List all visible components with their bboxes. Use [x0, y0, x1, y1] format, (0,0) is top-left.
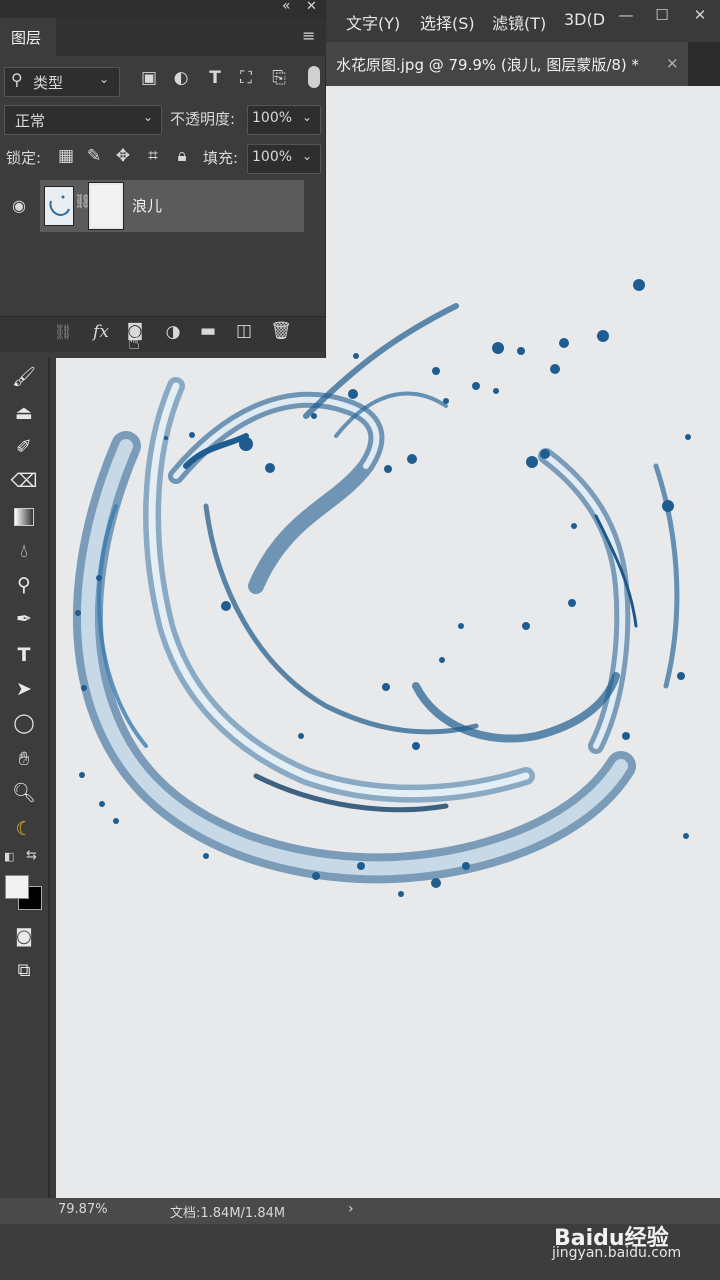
document-size-info: 文档:1.84M/1.84M — [170, 1206, 286, 1221]
lock-pixels-icon[interactable]: ✎ — [84, 146, 104, 166]
status-menu-arrow-icon[interactable]: › — [348, 1201, 354, 1217]
menu-type[interactable]: 文字(Y) — [346, 10, 400, 34]
close-window-button[interactable]: ✕ — [682, 4, 718, 28]
opacity-input[interactable]: 100% ⌄ — [247, 105, 321, 135]
panel-header-strip: « ✕ — [0, 0, 326, 18]
minimize-button[interactable]: — — [608, 4, 644, 28]
chain-link-icon[interactable]: ⛓ — [74, 194, 92, 210]
lock-transparent-icon[interactable]: ▦ — [56, 146, 76, 166]
fill-input[interactable]: 100% ⌄ — [247, 144, 321, 174]
zoom-tool-icon[interactable]: 🔍︎ — [8, 778, 40, 808]
blend-mode-select[interactable]: 正常 ⌄ — [4, 105, 162, 135]
chevron-down-icon: ⌄ — [302, 149, 313, 163]
panel-menu-icon[interactable]: ≡ — [302, 26, 315, 45]
lock-artboard-icon[interactable]: ⌗ — [142, 146, 164, 166]
clone-stamp-tool-icon[interactable]: ⏏ — [8, 398, 40, 428]
chevron-down-icon: ⌄ — [302, 110, 313, 124]
filter-adjustment-icon[interactable]: ◐ — [170, 68, 192, 88]
chevron-down-icon: ⌄ — [143, 110, 154, 124]
document-tab-close-icon[interactable]: × — [666, 54, 679, 72]
fill-value: 100% — [252, 149, 293, 165]
new-group-icon[interactable]: ▬ — [197, 321, 219, 341]
layer-mask-thumbnail[interactable] — [88, 182, 124, 230]
filter-kind-select[interactable]: ⚲ 类型 ⌄ — [4, 67, 120, 97]
hand-tool-icon[interactable]: ✋︎ — [8, 744, 40, 774]
layer-thumbnail[interactable] — [44, 186, 74, 226]
foreground-color-swatch[interactable] — [5, 875, 29, 899]
eye-icon[interactable]: ◉ — [8, 196, 30, 215]
document-tab-bar: 水花原图.jpg @ 79.9% (浪儿, 图层蒙版/8) * × — [326, 42, 720, 86]
link-layers-icon[interactable]: ⛓ — [52, 323, 74, 341]
filter-shape-icon[interactable]: ⛶ — [235, 68, 257, 88]
path-selection-tool-icon[interactable]: ➤ — [8, 674, 40, 704]
tools-panel: 🖌︎ ⏏ ✐ ⌫ 💧︎ ⚲ ✒ T ➤ ◯ ✋︎ 🔍︎ ☾ ◧ ⇆ ◙ ⧉ — [0, 358, 50, 1198]
history-brush-tool-icon[interactable]: ✐ — [8, 432, 40, 462]
lock-label: 锁定: — [6, 149, 42, 167]
zoom-level[interactable]: 79.87% — [58, 1202, 108, 1217]
document-tab-title: 水花原图.jpg @ 79.9% (浪儿, 图层蒙版/8) * — [336, 56, 640, 74]
footer-area: Baidu经验 jingyan.baidu.com — [0, 1224, 720, 1280]
default-colors-icon[interactable]: ◧ — [4, 850, 14, 863]
fill-label: 填充: — [203, 149, 239, 167]
watermark-url: jingyan.baidu.com — [552, 1245, 682, 1261]
collapse-panels-icon[interactable]: « — [282, 0, 291, 14]
brush-tool-icon[interactable]: 🖌︎ — [8, 362, 40, 392]
new-layer-icon[interactable]: ◫ — [233, 321, 255, 341]
quick-mask-icon[interactable]: ◙ — [8, 922, 40, 952]
menu-3d[interactable]: 3D(D — [564, 10, 605, 29]
gradient-tool-icon[interactable] — [14, 508, 34, 526]
menu-select[interactable]: 选择(S) — [420, 10, 475, 34]
filter-kind-value: 类型 — [33, 74, 64, 92]
chevron-down-icon: ⌄ — [99, 72, 110, 86]
pen-tool-icon[interactable]: ✒ — [8, 604, 40, 634]
lock-all-icon[interactable]: 🔒︎ — [172, 146, 192, 166]
menu-bar: 文字(Y) 选择(S) 滤镜(T) 3D(D — ☐ ✕ — [326, 0, 720, 42]
menu-filter[interactable]: 滤镜(T) — [492, 10, 546, 34]
layer-row[interactable]: ⛓ 浪儿 — [40, 180, 304, 232]
filter-smart-object-icon[interactable]: ⎘ — [268, 68, 290, 88]
filter-type-icon[interactable]: T — [204, 68, 226, 88]
layers-panel-footer: ⛓ fx ◙ ◑ ▬ ◫ 🗑︎ — [0, 316, 326, 352]
layer-style-fx-icon[interactable]: fx — [90, 322, 112, 342]
delete-layer-icon[interactable]: 🗑︎ — [270, 321, 292, 341]
search-icon: ⚲ — [11, 70, 23, 89]
blend-mode-value: 正常 — [15, 112, 46, 130]
new-adjustment-layer-icon[interactable]: ◑ — [162, 322, 184, 342]
lock-position-icon[interactable]: ✥ — [113, 146, 133, 166]
eraser-tool-icon[interactable]: ⌫ — [8, 466, 40, 496]
opacity-label: 不透明度: — [170, 110, 236, 128]
banana-extra-tool-icon[interactable]: ☾ — [8, 814, 40, 844]
document-tab[interactable]: 水花原图.jpg @ 79.9% (浪儿, 图层蒙版/8) * × — [326, 42, 688, 86]
panel-tab-row: 图层 ≡ — [0, 18, 326, 56]
type-tool-icon[interactable]: T — [8, 640, 40, 670]
layer-name[interactable]: 浪儿 — [132, 195, 162, 216]
filter-toggle[interactable] — [308, 66, 320, 88]
ellipse-tool-icon[interactable]: ◯ — [8, 708, 40, 738]
screen-mode-icon[interactable]: ⧉ — [8, 956, 40, 986]
filter-pixel-icon[interactable]: ▣ — [138, 68, 160, 88]
swap-colors-icon[interactable]: ⇆ — [26, 848, 37, 863]
close-panel-icon[interactable]: ✕ — [306, 0, 317, 14]
dodge-tool-icon[interactable]: ⚲ — [8, 570, 40, 600]
layers-panel: « ✕ 图层 ≡ ⚲ 类型 ⌄ ▣ ◐ T ⛶ ⎘ 正常 ⌄ 不透明度: 100… — [0, 0, 326, 358]
tab-layers-label: 图层 — [11, 29, 42, 47]
maximize-button[interactable]: ☐ — [644, 4, 680, 28]
blur-tool-icon[interactable]: 💧︎ — [8, 536, 40, 566]
hand-cursor-icon: ☝ — [127, 330, 141, 354]
tab-layers[interactable]: 图层 — [0, 18, 56, 56]
opacity-value: 100% — [252, 110, 293, 126]
